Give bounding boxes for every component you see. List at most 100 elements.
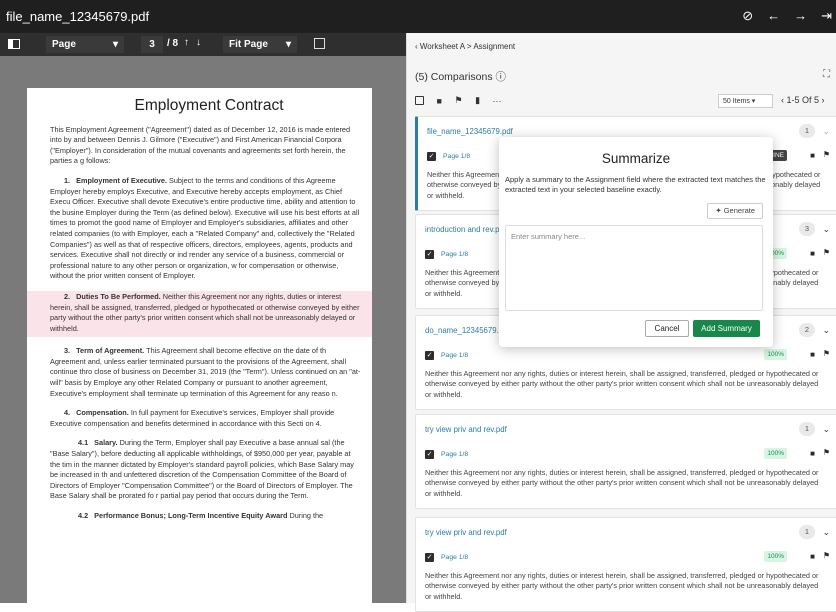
flag-icon[interactable]: ⚑ xyxy=(823,448,830,457)
paragraph-4-2: 4.2 Performance Bonus; Long-Term Incentiv… xyxy=(50,511,362,522)
card-checkbox[interactable]: ✓ xyxy=(425,553,434,562)
page-total: / 8 xyxy=(167,38,179,49)
fit-icon[interactable] xyxy=(314,38,325,49)
card-file-name[interactable]: try view priv and rev.pdf xyxy=(425,528,507,537)
arrow-left-icon[interactable]: ← xyxy=(767,8,780,24)
page-ref[interactable]: Page 1/8 xyxy=(443,153,470,160)
page-ref[interactable]: Page 1/8 xyxy=(441,451,468,458)
page-current: 3 xyxy=(149,39,155,50)
view-mode-select[interactable]: Page ▾ xyxy=(46,36,124,53)
comparison-toolbar: ■ ⚑ ▮ ··· 50 Items ▾ ‹ 1-5 Of 5 › xyxy=(415,94,835,111)
summarize-dialog: Summarize Apply a summary to the Assignm… xyxy=(499,137,773,347)
count-badge: 1 xyxy=(799,525,815,539)
paragraph-2-highlighted[interactable]: 2. Duties To Be Performed. Neither this A… xyxy=(27,290,372,338)
paragraph-intro: This Employment Agreement ("Agreement") … xyxy=(50,124,351,166)
page-ref[interactable]: Page 1/8 xyxy=(441,554,468,561)
arrow-down-icon[interactable]: ↓ xyxy=(196,37,201,48)
window-actions: ⊘ ← → ⇥ xyxy=(742,8,832,24)
card-text: Neither this Agreement nor any rights, d… xyxy=(425,369,819,399)
section-number: 3. xyxy=(64,346,71,356)
count-badge: 1 xyxy=(799,422,815,436)
chevron-down-icon: ▾ xyxy=(285,39,291,50)
card-file-name[interactable]: introduction and rev.pdf xyxy=(425,225,506,234)
section-body: Subject to the terms and conditions of t… xyxy=(50,175,360,281)
select-all-checkbox[interactable] xyxy=(415,96,424,106)
cancel-button[interactable]: Cancel xyxy=(645,320,689,337)
pdf-page: Employment Contract This Employment Agre… xyxy=(27,88,372,603)
comparison-card[interactable]: try view priv and rev.pdf 1 ⌄ ✓ Page 1/8… xyxy=(415,414,836,509)
card-checkbox[interactable]: ✓ xyxy=(427,152,436,161)
section-heading: Duties To Be Performed. xyxy=(76,291,161,301)
card-checkbox[interactable]: ✓ xyxy=(425,250,434,259)
section-heading: Performance Bonus; Long-Term Incentive E… xyxy=(94,511,288,520)
match-badge: 100% xyxy=(764,448,787,459)
zoom-select[interactable]: Fit Page ▾ xyxy=(223,36,297,53)
title-bar: file_name_12345679.pdf ⊘ ← → ⇥ xyxy=(0,0,836,33)
section-heading: Salary. xyxy=(94,438,118,448)
comparison-card[interactable]: try view priv and rev.pdf 1 ⌄ ✓ Page 1/8… xyxy=(415,517,836,612)
card-file-name[interactable]: try view priv and rev.pdf xyxy=(425,425,507,434)
add-summary-button[interactable]: Add Summary xyxy=(693,320,760,337)
section-body: During the Term, Employer shall pay Exec… xyxy=(50,438,354,501)
card-checkbox[interactable]: ✓ xyxy=(425,351,434,360)
delete-icon[interactable]: ▮ xyxy=(475,95,480,106)
generate-button[interactable]: ✦ Generate xyxy=(707,203,763,219)
tag-icon[interactable]: ■ xyxy=(810,151,815,160)
section-number: 2. xyxy=(64,291,71,301)
card-checkbox[interactable]: ✓ xyxy=(425,450,434,459)
paragraph-1: 1. Employment of Executive. Subject to th… xyxy=(50,176,362,282)
flag-icon[interactable]: ⚑ xyxy=(823,150,830,159)
comparisons-heading: (5) Comparisons ⓘ xyxy=(415,71,507,83)
dialog-title: Summarize xyxy=(601,151,671,166)
file-name: file_name_12345679.pdf xyxy=(6,9,150,24)
tag-icon[interactable]: ■ xyxy=(810,449,815,458)
section-heading: Employment of Executive. xyxy=(76,175,167,185)
count-badge: 3 xyxy=(799,222,815,236)
page-ref[interactable]: Page 1/8 xyxy=(441,352,468,359)
pdf-viewer: Page ▾ 3 / 8 ↑ ↓ Fit Page ▾ Employment Con… xyxy=(0,33,406,603)
chevron-down-icon[interactable]: ⌄ xyxy=(822,325,830,336)
tag-icon[interactable]: ■ xyxy=(810,552,815,561)
flag-icon[interactable]: ⚑ xyxy=(454,95,462,106)
summary-textarea[interactable]: Enter summary here... xyxy=(505,225,763,311)
page-ref[interactable]: Page 1/8 xyxy=(441,251,468,258)
section-number: 1. xyxy=(64,175,71,185)
card-file-name[interactable]: file_name_12345679.pdf xyxy=(427,127,513,136)
breadcrumb[interactable]: ‹ Worksheet A > Assignment xyxy=(415,42,515,51)
count-badge: 2 xyxy=(799,323,815,337)
zoom-label: Fit Page xyxy=(229,39,268,50)
tag-icon[interactable]: ■ xyxy=(437,96,442,106)
expand-icon[interactable]: ⛶ xyxy=(823,69,830,80)
flag-icon[interactable]: ⚑ xyxy=(823,349,830,358)
arrow-right-icon[interactable]: → xyxy=(794,8,807,24)
tag-icon[interactable]: ■ xyxy=(810,249,815,258)
chevron-down-icon[interactable]: ⌄ xyxy=(822,424,830,435)
exit-icon[interactable]: ⇥ xyxy=(821,8,832,24)
document-title: Employment Contract xyxy=(134,97,284,114)
more-icon[interactable]: ··· xyxy=(493,96,502,106)
card-text: Neither this Agreement nor any rights, d… xyxy=(425,571,819,601)
flag-icon[interactable]: ⚑ xyxy=(823,248,830,257)
card-file-name[interactable]: do_name_12345679.pdf xyxy=(425,326,510,335)
chevron-down-icon[interactable]: ⌄ xyxy=(822,224,830,235)
dialog-description: Apply a summary to the Assignment field … xyxy=(505,175,766,194)
chevron-down-icon: ▾ xyxy=(112,39,118,50)
check-circle-icon[interactable]: ⊘ xyxy=(742,8,753,24)
chevron-down-icon[interactable]: ⌄ xyxy=(822,527,830,538)
tag-icon[interactable]: ■ xyxy=(810,350,815,359)
section-heading: Term of Agreement. xyxy=(76,346,145,356)
items-per-page-select[interactable]: 50 Items ▾ xyxy=(718,94,773,108)
paragraph-4-1: 4.1 Salary. During the Term, Employer sha… xyxy=(50,438,362,502)
page-number-input[interactable]: 3 xyxy=(141,36,163,53)
count-badge: 1 xyxy=(799,124,815,138)
sidebar-toggle-icon[interactable] xyxy=(8,39,20,49)
flag-icon[interactable]: ⚑ xyxy=(823,551,830,560)
match-badge: 100% xyxy=(764,349,787,360)
pagination[interactable]: ‹ 1-5 Of 5 › xyxy=(781,95,825,105)
chevron-down-icon[interactable]: ⌄ xyxy=(822,126,830,137)
pdf-toolbar: Page ▾ 3 / 8 ↑ ↓ Fit Page ▾ xyxy=(0,33,406,56)
arrow-up-icon[interactable]: ↑ xyxy=(184,37,189,48)
card-text: Neither this Agreement nor any rights, d… xyxy=(425,468,819,498)
section-number: 4. xyxy=(64,408,71,418)
section-number: 4.1 xyxy=(78,438,89,448)
